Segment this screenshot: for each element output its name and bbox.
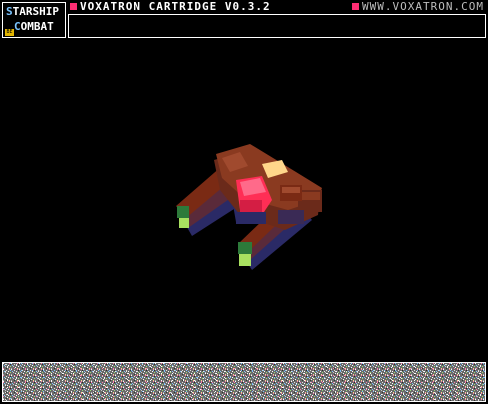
right-engine — [238, 242, 252, 254]
cockpit-lower — [240, 200, 262, 212]
hull-rear-shadow — [278, 210, 304, 224]
starship-voxel-model — [176, 144, 322, 270]
hull-right-top — [282, 187, 300, 193]
top-bar: VOXATRON CARTRIDGE V0.3.2 WWW.VOXATRON.C… — [70, 1, 486, 13]
logo-title-line2: COMBAT — [14, 20, 54, 33]
game-viewport[interactable] — [0, 40, 488, 360]
website-url-text[interactable]: WWW.VOXATRON.COM — [362, 0, 484, 13]
cartridge-title-text: VOXATRON CARTRIDGE V0.3.2 — [80, 0, 271, 13]
left-engine-glow — [179, 218, 189, 228]
left-engine — [177, 206, 189, 218]
pink-square-icon — [70, 3, 77, 10]
noise-pattern — [3, 363, 485, 401]
message-box — [68, 14, 486, 38]
game-logo: STARSHIP COMBAT BE — [2, 2, 66, 38]
logo-badge: BE — [5, 29, 14, 36]
right-engine-glow — [239, 254, 251, 266]
hull-center-shadow — [236, 212, 266, 224]
hull-rear-top — [300, 192, 320, 200]
website-link[interactable]: WWW.VOXATRON.COM — [352, 1, 484, 13]
logo-title-line1: STARSHIP — [6, 5, 59, 18]
cartridge-title: VOXATRON CARTRIDGE V0.3.2 — [70, 1, 271, 13]
pink-square-icon — [352, 3, 360, 10]
static-noise-bar — [2, 362, 486, 402]
